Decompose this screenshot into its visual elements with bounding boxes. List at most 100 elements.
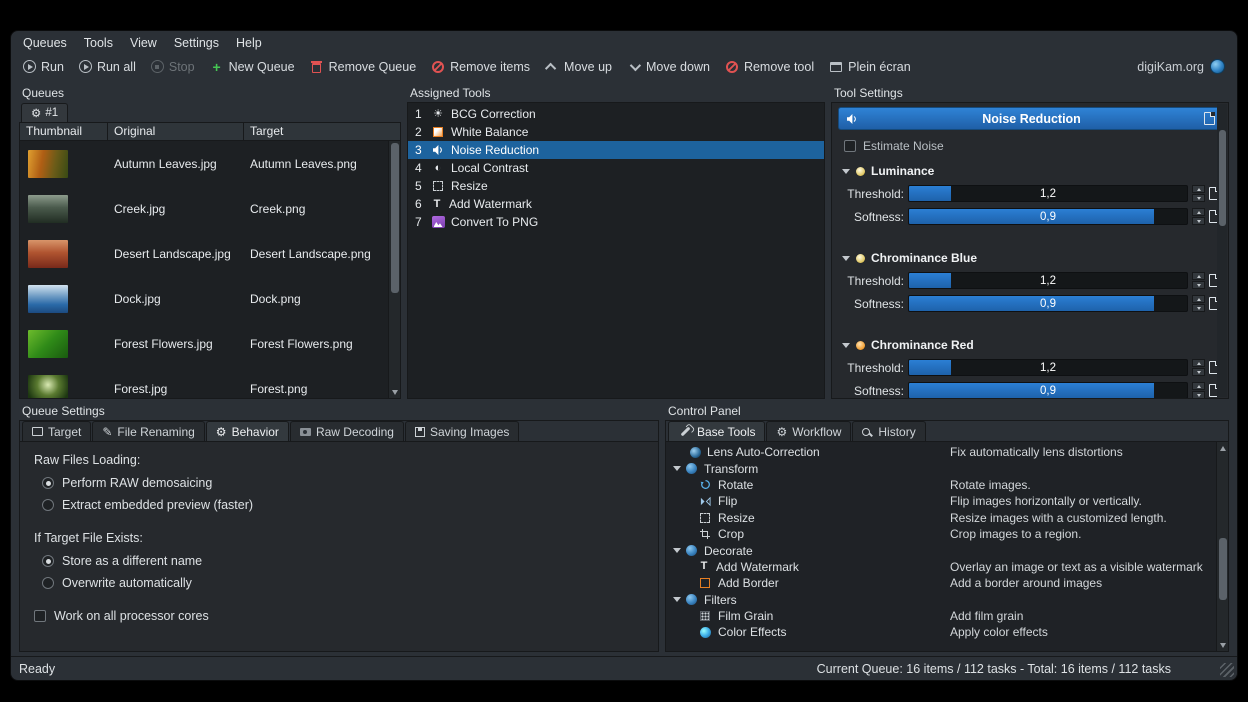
radio-button[interactable]	[42, 555, 54, 567]
estimate-noise-checkbox[interactable]	[844, 140, 856, 152]
tool-row-add-border[interactable]: Add Border Add a border around images	[666, 575, 1228, 591]
group-row-filters[interactable]: Filters	[666, 592, 1228, 608]
tool-settings-header[interactable]: Noise Reduction	[838, 107, 1222, 130]
tool-row-add-watermark[interactable]: T Add Watermark Overlay an image or text…	[666, 559, 1228, 575]
table-row[interactable]: Forest Flowers.jpg Forest Flowers.png	[20, 321, 400, 366]
move-up-button[interactable]: Move up	[545, 60, 612, 74]
stop-button[interactable]: Stop	[151, 60, 195, 74]
spin-up-icon[interactable]	[1192, 208, 1205, 216]
vertical-scrollbar[interactable]	[1217, 104, 1227, 397]
scroll-down-button[interactable]	[389, 386, 400, 398]
radio-store-different-name[interactable]: Store as a different name	[42, 554, 644, 568]
tab-target[interactable]: Target	[22, 421, 91, 441]
move-down-button[interactable]: Move down	[627, 60, 710, 74]
table-row[interactable]: Autumn Leaves.jpg Autumn Leaves.png	[20, 141, 400, 186]
tab-file-renaming[interactable]: ✎ File Renaming	[92, 421, 204, 441]
tab-base-tools[interactable]: Base Tools	[668, 421, 765, 441]
fullscreen-button[interactable]: Plein écran	[829, 60, 911, 74]
tab-workflow[interactable]: ⚙ Workflow	[766, 421, 851, 441]
new-queue-button[interactable]: + New Queue	[210, 60, 295, 74]
checkbox-all-processor-cores[interactable]: Work on all processor cores	[34, 609, 644, 623]
scrollbar-thumb[interactable]	[1219, 130, 1226, 226]
spin-up-icon[interactable]	[1192, 295, 1205, 303]
softness-spinbox[interactable]	[1192, 382, 1205, 399]
spin-up-icon[interactable]	[1192, 185, 1205, 193]
assigned-tool-white-balance[interactable]: 2 White Balance	[408, 123, 824, 141]
remove-queue-button[interactable]: Remove Queue	[310, 60, 417, 74]
section-header-chrominance-red[interactable]: Chrominance Red	[832, 337, 1228, 353]
tool-settings-menu-icon[interactable]	[1204, 112, 1215, 125]
run-button[interactable]: Run	[23, 60, 64, 74]
spin-down-icon[interactable]	[1192, 281, 1205, 289]
column-header-original[interactable]: Original	[108, 123, 244, 140]
section-header-luminance[interactable]: Luminance	[832, 163, 1228, 179]
tool-row-rotate[interactable]: Rotate Rotate images.	[666, 477, 1228, 493]
tab-raw-decoding[interactable]: Raw Decoding	[290, 421, 404, 441]
remove-items-button[interactable]: Remove items	[431, 60, 530, 74]
assigned-tool-noise-reduction[interactable]: 3 Noise Reduction	[408, 141, 824, 159]
spin-down-icon[interactable]	[1192, 304, 1205, 312]
section-header-chrominance-blue[interactable]: Chrominance Blue	[832, 250, 1228, 266]
assigned-tool-resize[interactable]: 5 Resize	[408, 177, 824, 195]
spin-up-icon[interactable]	[1192, 382, 1205, 390]
threshold-spinbox[interactable]	[1192, 272, 1205, 289]
table-row[interactable]: Creek.jpg Creek.png	[20, 186, 400, 231]
radio-button[interactable]	[42, 577, 54, 589]
threshold-slider[interactable]: 1,2	[908, 185, 1188, 202]
column-header-thumbnail[interactable]: Thumbnail	[20, 123, 108, 140]
tool-row-resize[interactable]: Resize Resize images with a customized l…	[666, 510, 1228, 526]
group-row-transform[interactable]: Transform	[666, 460, 1228, 476]
tool-row-lens-auto-correction[interactable]: Lens Auto-Correction Fix automatically l…	[666, 444, 1228, 460]
tab-saving-images[interactable]: Saving Images	[405, 421, 519, 441]
threshold-spinbox[interactable]	[1192, 185, 1205, 202]
table-row[interactable]: Desert Landscape.jpg Desert Landscape.pn…	[20, 231, 400, 276]
menu-tools[interactable]: Tools	[84, 36, 113, 50]
column-header-target[interactable]: Target	[244, 123, 400, 140]
tab-behavior[interactable]: ⚙ Behavior	[206, 421, 289, 441]
radio-button[interactable]	[42, 499, 54, 511]
table-row[interactable]: Dock.jpg Dock.png	[20, 276, 400, 321]
collapse-arrow-icon[interactable]	[673, 548, 681, 553]
threshold-slider[interactable]: 1,2	[908, 359, 1188, 376]
checkbox[interactable]	[34, 610, 46, 622]
radio-extract-embedded-preview[interactable]: Extract embedded preview (faster)	[42, 498, 644, 512]
menu-settings[interactable]: Settings	[174, 36, 219, 50]
assigned-tool-add-watermark[interactable]: 6 T Add Watermark	[408, 195, 824, 213]
softness-slider[interactable]: 0,9	[908, 382, 1188, 399]
assigned-tool-convert-to-png[interactable]: 7 Convert To PNG	[408, 213, 824, 231]
remove-tool-button[interactable]: Remove tool	[725, 60, 814, 74]
spin-up-icon[interactable]	[1192, 272, 1205, 280]
softness-slider[interactable]: 0,9	[908, 208, 1188, 225]
scroll-up-button[interactable]	[1217, 442, 1228, 454]
vertical-scrollbar[interactable]	[388, 141, 400, 398]
queue-tab-1[interactable]: ⚙ #1	[21, 103, 68, 122]
tool-row-color-effects[interactable]: Color Effects Apply color effects	[666, 624, 1228, 640]
threshold-spinbox[interactable]	[1192, 359, 1205, 376]
scroll-down-button[interactable]	[1217, 639, 1228, 651]
tool-row-flip[interactable]: Flip Flip images horizontally or vertica…	[666, 493, 1228, 509]
radio-button[interactable]	[42, 477, 54, 489]
vertical-scrollbar[interactable]	[1216, 442, 1228, 651]
threshold-slider[interactable]: 1,2	[908, 272, 1188, 289]
softness-spinbox[interactable]	[1192, 295, 1205, 312]
assigned-tool-bcg-correction[interactable]: 1 ☀ BCG Correction	[408, 105, 824, 123]
softness-spinbox[interactable]	[1192, 208, 1205, 225]
collapse-arrow-icon[interactable]	[673, 597, 681, 602]
table-row[interactable]: Forest.jpg Forest.png	[20, 366, 400, 398]
tool-row-film-grain[interactable]: Film Grain Add film grain	[666, 608, 1228, 624]
menu-queues[interactable]: Queues	[23, 36, 67, 50]
resize-grip[interactable]	[1220, 663, 1234, 677]
radio-perform-raw-demosaicing[interactable]: Perform RAW demosaicing	[42, 476, 644, 490]
spin-down-icon[interactable]	[1192, 194, 1205, 202]
assigned-tool-local-contrast[interactable]: 4 ◐ Local Contrast	[408, 159, 824, 177]
scrollbar-thumb[interactable]	[1219, 538, 1227, 600]
softness-slider[interactable]: 0,9	[908, 295, 1188, 312]
estimate-noise-option[interactable]: Estimate Noise	[844, 139, 1216, 153]
scrollbar-thumb[interactable]	[391, 143, 399, 293]
menu-help[interactable]: Help	[236, 36, 262, 50]
spin-down-icon[interactable]	[1192, 391, 1205, 399]
spin-down-icon[interactable]	[1192, 368, 1205, 376]
spin-down-icon[interactable]	[1192, 217, 1205, 225]
tool-row-crop[interactable]: Crop Crop images to a region.	[666, 526, 1228, 542]
spin-up-icon[interactable]	[1192, 359, 1205, 367]
